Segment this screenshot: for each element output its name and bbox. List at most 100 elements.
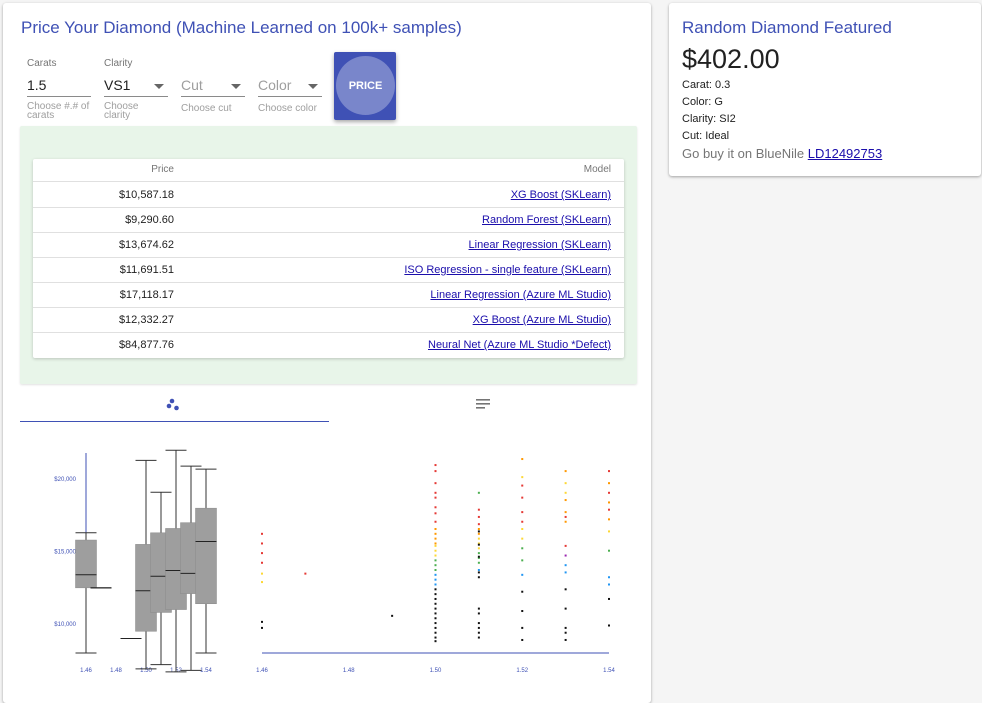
clarity-value[interactable]: VS1 (104, 77, 130, 93)
cut-placeholder[interactable]: Cut (181, 77, 203, 93)
y-tick-label: $15,000 (54, 550, 76, 556)
data-point (477, 555, 480, 558)
data-point (434, 578, 437, 581)
box (75, 532, 97, 654)
color-underline (258, 96, 322, 97)
data-point (434, 532, 437, 535)
cut-select[interactable]: Cut Choose cut (181, 58, 245, 128)
data-point (477, 571, 480, 574)
price-cell: $17,118.17 (119, 289, 174, 301)
chevron-down-icon[interactable] (231, 84, 241, 89)
box-body (195, 507, 217, 605)
data-point (521, 573, 524, 576)
cut-help-text: Choose cut (181, 103, 232, 114)
y-tick-label: $20,000 (54, 477, 76, 483)
data-point (477, 561, 480, 564)
data-point (521, 547, 524, 550)
data-point (564, 499, 567, 502)
data-point (477, 547, 480, 550)
data-point (434, 617, 437, 620)
data-point (521, 590, 524, 593)
color-select[interactable]: Color Choose color (258, 58, 322, 128)
clarity-select[interactable]: Clarity VS1 Choose clarity (104, 58, 168, 128)
x-tick-label: 1.50 (430, 668, 442, 674)
data-point (434, 491, 437, 494)
table-row: $9,290.60 Random Forest (SKLearn) (33, 208, 624, 233)
carats-input[interactable]: 1.5 (27, 77, 46, 93)
data-point (521, 559, 524, 562)
price-button-label[interactable]: PRICE (336, 56, 395, 115)
page-title: Price Your Diamond (Machine Learned on 1… (21, 18, 462, 37)
price-your-diamond-card: Price Your Diamond (Machine Learned on 1… (3, 3, 651, 703)
data-point (434, 636, 437, 639)
model-link[interactable]: Linear Regression (SKLearn) (469, 233, 611, 258)
table-row: $13,674.62 Linear Regression (SKLearn) (33, 233, 624, 258)
data-point (521, 484, 524, 487)
data-point (434, 512, 437, 515)
data-point (261, 572, 263, 575)
data-point (434, 612, 437, 615)
x-tick-label: 1.46 (256, 668, 268, 674)
data-point (564, 554, 567, 557)
scatter-plot-chart: 1.46 1.48 1.50 1.52 1.54 (256, 458, 615, 674)
featured-diamond-card: Random Diamond Featured $402.00 Carat: 0… (669, 3, 981, 176)
data-point (434, 593, 437, 596)
price-cell: $11,691.51 (119, 264, 174, 276)
model-link[interactable]: XG Boost (SKLearn) (511, 183, 611, 208)
chevron-down-icon[interactable] (308, 84, 318, 89)
data-point (477, 631, 480, 634)
data-point (477, 622, 480, 625)
data-point (261, 561, 263, 564)
list-icon[interactable] (329, 393, 638, 421)
data-point (434, 527, 437, 530)
scatter-plot-icon[interactable] (20, 393, 329, 421)
table-header: Price Model (33, 159, 624, 182)
model-link[interactable]: Linear Regression (Azure ML Studio) (430, 283, 611, 308)
data-point (434, 597, 437, 600)
data-point (521, 527, 524, 530)
model-link[interactable]: Random Forest (SKLearn) (482, 208, 611, 233)
box-plot-chart: $10,000$15,000$20,0001.461.481.501.521.5… (54, 449, 217, 674)
price-cell: $13,674.62 (118, 239, 174, 251)
data-point (434, 607, 437, 610)
data-point (521, 458, 524, 461)
data-point (261, 542, 263, 545)
data-point (521, 476, 524, 479)
data-point (477, 537, 480, 540)
data-point (434, 583, 437, 586)
x-tick-label: 1.54 (603, 668, 615, 674)
results-panel: Price Model $10,587.18 XG Boost (SKLearn… (20, 126, 637, 384)
data-point (477, 515, 480, 518)
carats-field[interactable]: Carats 1.5 Choose #.# of carats (27, 58, 91, 128)
tab-list[interactable] (329, 393, 638, 425)
data-point (564, 607, 567, 610)
model-link[interactable]: Neural Net (Azure ML Studio *Defect) (428, 333, 611, 358)
data-point (608, 549, 610, 552)
color-placeholder[interactable]: Color (258, 77, 291, 93)
y-tick-label: $10,000 (54, 622, 76, 628)
data-point (564, 482, 567, 485)
chevron-down-icon[interactable] (154, 84, 164, 89)
data-point (477, 607, 480, 610)
data-point (564, 544, 567, 547)
data-point (261, 620, 263, 623)
data-point (434, 537, 437, 540)
model-link[interactable]: XG Boost (Azure ML Studio) (473, 308, 611, 333)
table-row: $84,877.76 Neural Net (Azure ML Studio *… (33, 333, 624, 358)
price-button[interactable]: PRICE (334, 52, 396, 120)
data-point (477, 508, 480, 511)
table-row: $12,332.27 XG Boost (Azure ML Studio) (33, 308, 624, 333)
data-point (434, 602, 437, 605)
model-link[interactable]: ISO Regression - single feature (SKLearn… (404, 258, 611, 283)
data-point (564, 626, 567, 629)
data-point (608, 501, 610, 504)
data-point (564, 470, 567, 473)
carats-label: Carats (27, 58, 57, 69)
data-point (434, 506, 437, 509)
bluenile-link[interactable]: LD12492753 (808, 146, 882, 161)
data-point (434, 482, 437, 485)
clarity-label: Clarity (104, 58, 133, 69)
data-point (477, 532, 480, 535)
data-point (434, 464, 437, 467)
color-help-text: Choose color (258, 103, 317, 114)
